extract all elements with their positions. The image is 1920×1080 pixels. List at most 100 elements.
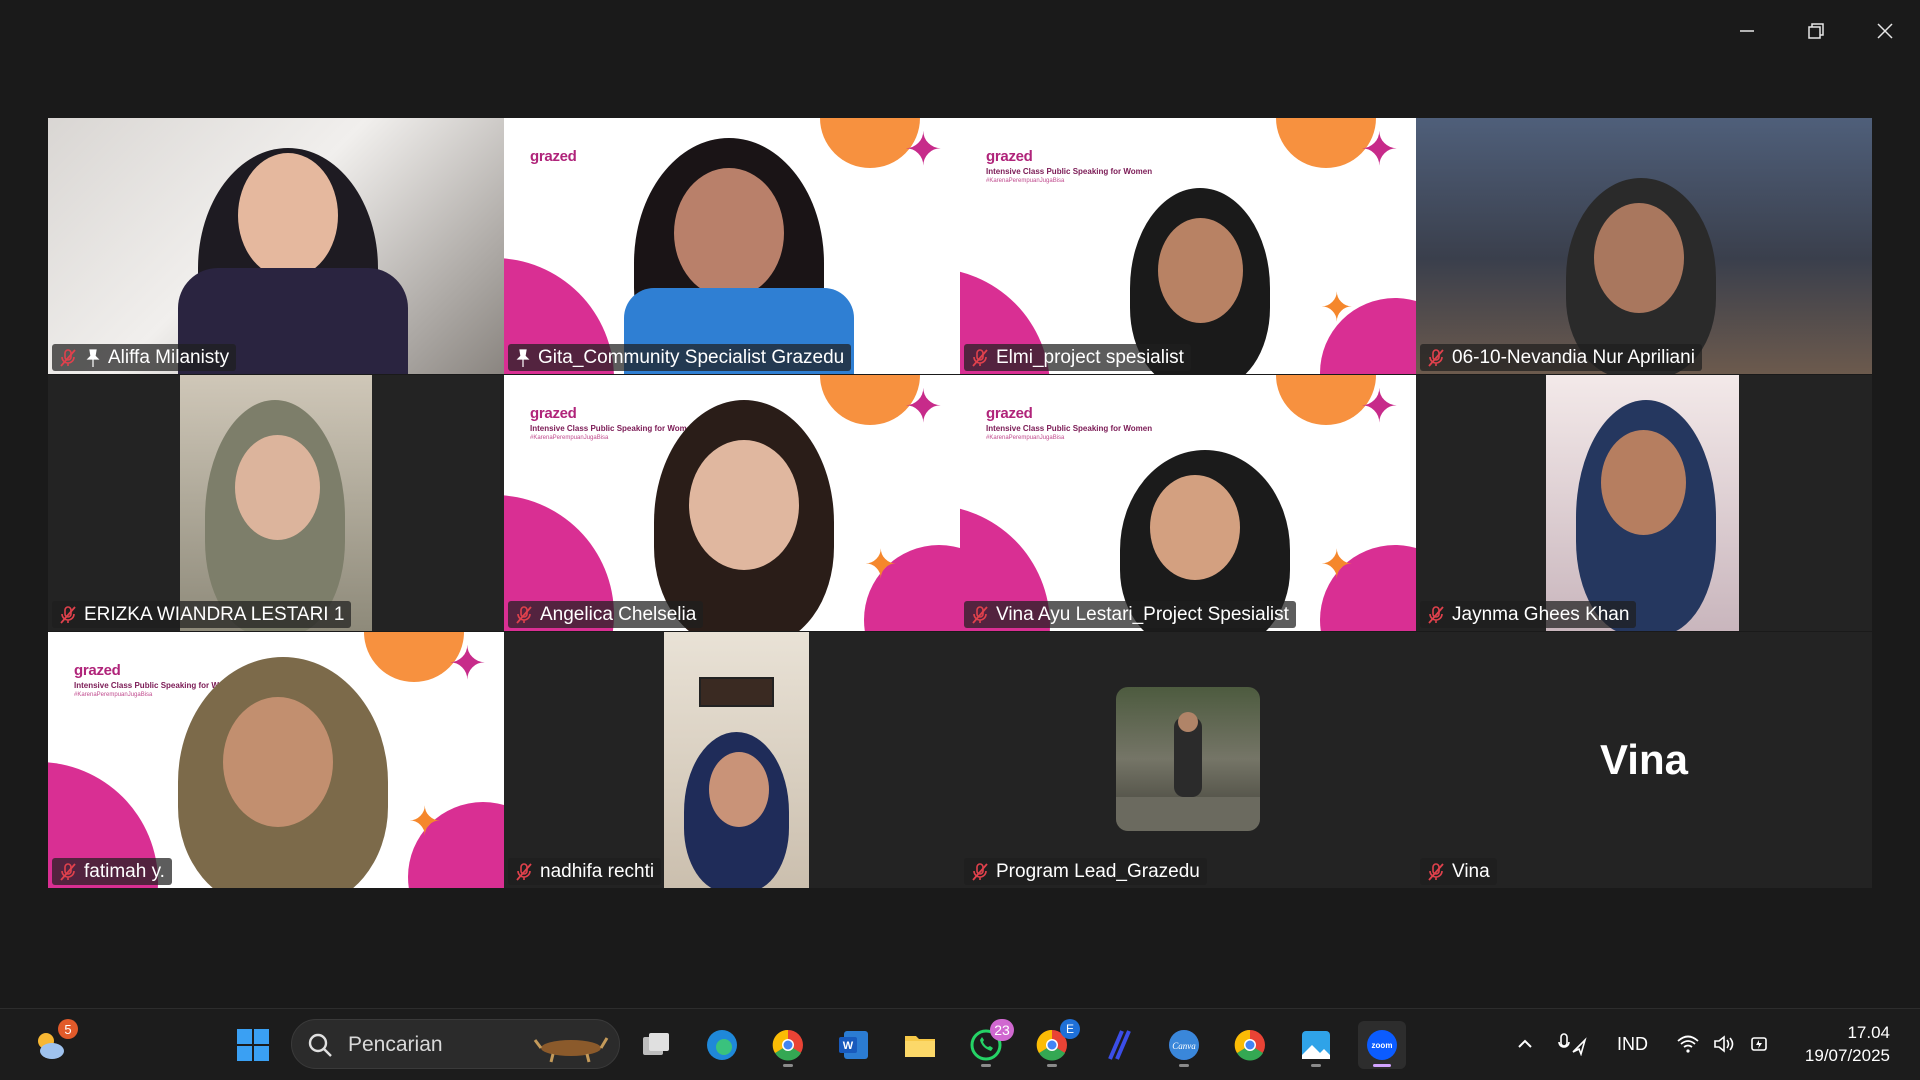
wifi-icon xyxy=(1677,1035,1699,1053)
whatsapp-button[interactable]: 23 xyxy=(962,1019,1014,1069)
name-tag: 06-10-Nevandia Nur Apriliani xyxy=(1420,344,1702,371)
chrome-profile-badge: E xyxy=(1060,1019,1080,1039)
brand-subtitle: Intensive Class Public Speaking for Wome… xyxy=(986,167,1153,176)
participant-tile[interactable]: Aliffa Milanisty xyxy=(48,118,504,374)
running-indicator xyxy=(783,1064,793,1067)
chrome-2-button[interactable] xyxy=(1226,1021,1274,1069)
volume-button[interactable] xyxy=(1712,1008,1736,1080)
participant-name: Aliffa Milanisty xyxy=(108,346,230,368)
dinosaur-icon xyxy=(533,1037,609,1063)
edge-icon xyxy=(707,1030,737,1060)
participant-tile[interactable]: ✦ ✦ grazed Intensive Class Public Speaki… xyxy=(960,118,1416,374)
brand-subtitle: Intensive Class Public Speaking for Wome… xyxy=(530,424,697,433)
file-explorer-button[interactable] xyxy=(896,1021,944,1069)
slash-icon xyxy=(1108,1030,1131,1060)
name-tag: Elmi_project spesialist xyxy=(964,344,1191,371)
participant-tile[interactable]: ✦ ✦ grazed Intensive Class Public Speaki… xyxy=(504,375,960,631)
chevron-up-icon[interactable] xyxy=(1515,1034,1535,1054)
zoom-icon: zoom xyxy=(1367,1030,1397,1060)
mic-muted-icon xyxy=(972,605,988,624)
participant-tile[interactable]: ✦ ✦ grazed Intensive Class Public Speaki… xyxy=(48,632,504,888)
running-indicator xyxy=(1047,1064,1057,1067)
video-feed xyxy=(48,118,504,374)
brand-logo: grazed xyxy=(530,405,577,422)
name-tag: Angelica Chelselia xyxy=(508,601,704,628)
participant-tile[interactable]: ERIZKA WIANDRA LESTARI 1 xyxy=(48,375,504,631)
participant-tile-active[interactable]: ✦ grazed Gita_Community Specialist Graze… xyxy=(504,118,960,374)
close-icon[interactable] xyxy=(1862,10,1908,52)
chrome-button[interactable] xyxy=(764,1021,812,1069)
windows-icon xyxy=(237,1029,269,1061)
svg-text:Canva: Canva xyxy=(1172,1041,1196,1051)
participant-tile[interactable]: ✦ ✦ grazed Intensive Class Public Speaki… xyxy=(960,375,1416,631)
photos-icon xyxy=(1302,1031,1330,1059)
task-view-button[interactable] xyxy=(633,1021,681,1069)
video-grid: Aliffa Milanisty ✦ grazed Gita_Community… xyxy=(48,118,1872,888)
svg-text:zoom: zoom xyxy=(1372,1041,1393,1050)
minimize-icon[interactable] xyxy=(1724,10,1770,52)
chrome-profile-button[interactable]: E xyxy=(1028,1019,1080,1069)
video-feed: ✦ ✦ grazed Intensive Class Public Speaki… xyxy=(48,632,504,888)
running-indicator xyxy=(1179,1064,1189,1067)
name-tag: fatimah y. xyxy=(52,858,172,885)
word-icon: W xyxy=(839,1031,868,1059)
running-indicator xyxy=(1311,1064,1321,1067)
whatsapp-badge: 23 xyxy=(990,1019,1014,1041)
participant-name: Vina Ayu Lestari_Project Spesialist xyxy=(996,603,1289,625)
running-indicator xyxy=(981,1064,991,1067)
participant-name: Gita_Community Specialist Grazedu xyxy=(538,346,845,368)
weather-widget[interactable]: 5 xyxy=(26,1019,78,1069)
participant-display-name: Vina xyxy=(1600,736,1688,783)
clock[interactable]: 17.04 19/07/2025 xyxy=(1805,1021,1890,1067)
mic-muted-icon xyxy=(516,605,532,624)
participant-tile[interactable]: Program Lead_Grazedu xyxy=(960,632,1416,888)
name-tag: Gita_Community Specialist Grazedu xyxy=(508,344,852,371)
taskbar-search[interactable]: Pencarian xyxy=(291,1019,620,1069)
language-indicator[interactable]: IND xyxy=(1617,1008,1648,1080)
start-button[interactable] xyxy=(229,1021,277,1069)
participant-tile[interactable]: Vina Vina xyxy=(1416,632,1872,888)
participant-tile[interactable]: 06-10-Nevandia Nur Apriliani xyxy=(1416,118,1872,374)
participant-tile[interactable]: Jaynma Ghees Khan xyxy=(1416,375,1872,631)
zoom-button[interactable]: zoom xyxy=(1358,1021,1406,1069)
name-tag: nadhifa rechti xyxy=(508,858,662,885)
brand-hashtag: #KarenaPerempuanJugaBisa xyxy=(986,178,1065,184)
mic-muted-icon xyxy=(60,348,76,367)
mic-muted-icon xyxy=(972,348,988,367)
folder-icon xyxy=(905,1036,935,1057)
clock-time: 17.04 xyxy=(1847,1023,1890,1042)
mic-location-icon xyxy=(1558,1033,1587,1056)
brand-logo: grazed xyxy=(986,148,1033,165)
weather-badge: 5 xyxy=(58,1019,78,1039)
brand-logo: grazed xyxy=(530,148,577,165)
canva-button[interactable]: Canva xyxy=(1160,1021,1208,1069)
participant-name: Elmi_project spesialist xyxy=(996,346,1184,368)
linear-app-button[interactable] xyxy=(1094,1021,1142,1069)
canva-icon: Canva xyxy=(1169,1030,1199,1060)
chrome-icon xyxy=(772,1029,803,1061)
participant-tile[interactable]: nadhifa rechti xyxy=(504,632,960,888)
mic-muted-icon xyxy=(972,862,988,881)
wifi-button[interactable] xyxy=(1676,1008,1700,1080)
video-feed xyxy=(180,375,372,631)
brand-logo: grazed xyxy=(986,405,1033,422)
brand-hashtag: #KarenaPerempuanJugaBisa xyxy=(986,435,1065,441)
participant-name: Jaynma Ghees Khan xyxy=(1452,603,1630,625)
battery-charging-icon xyxy=(1751,1037,1767,1051)
restore-icon[interactable] xyxy=(1793,10,1839,52)
participant-name: nadhifa rechti xyxy=(540,860,655,882)
photos-button[interactable] xyxy=(1292,1021,1340,1069)
battery-button[interactable] xyxy=(1748,1008,1772,1080)
word-button[interactable]: W xyxy=(830,1021,878,1069)
active-indicator xyxy=(1373,1064,1391,1067)
video-feed xyxy=(1546,375,1739,631)
mic-muted-icon xyxy=(1428,348,1444,367)
volume-icon xyxy=(1714,1035,1734,1053)
tray-mic[interactable] xyxy=(1557,1008,1589,1080)
edge-button[interactable] xyxy=(698,1021,746,1069)
video-feed: ✦ ✦ grazed Intensive Class Public Speaki… xyxy=(960,375,1416,631)
pin-icon xyxy=(86,348,100,367)
mic-muted-icon xyxy=(60,862,76,881)
task-view-icon xyxy=(643,1033,669,1055)
brand-hashtag: #KarenaPerempuanJugaBisa xyxy=(530,435,609,441)
